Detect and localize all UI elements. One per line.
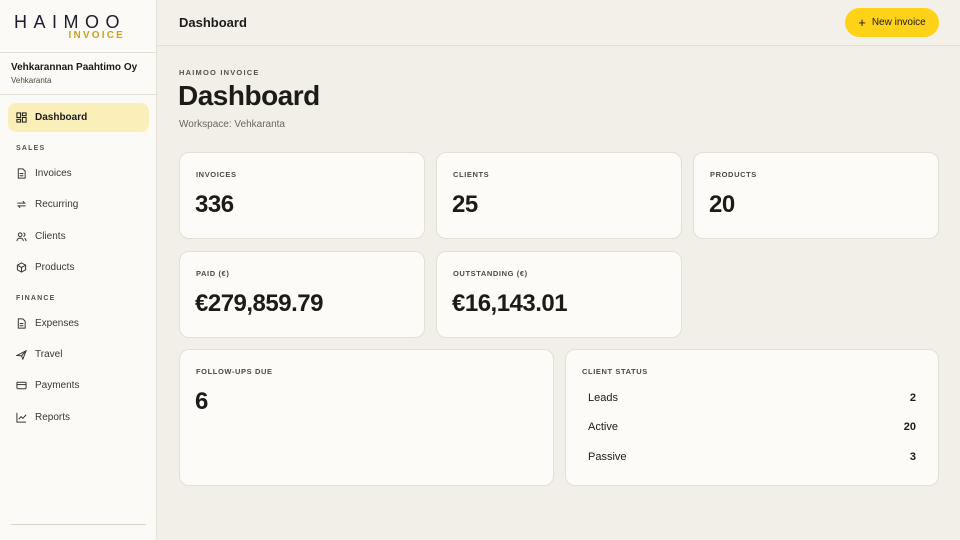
credit-card-icon	[16, 380, 27, 391]
status-name: Passive	[588, 451, 627, 463]
client-status-label: CLIENT STATUS	[582, 367, 648, 376]
stat-card-followups[interactable]: FOLLOW-UPS DUE 6	[179, 349, 554, 486]
sidebar-item-products[interactable]: Products	[8, 253, 149, 282]
users-icon	[16, 231, 27, 242]
plane-icon	[16, 349, 27, 360]
stat-label: FOLLOW-UPS DUE	[196, 367, 273, 376]
sidebar-footer-divider	[11, 524, 146, 525]
dashboard-icon	[16, 112, 27, 123]
sidebar-item-expenses[interactable]: Expenses	[8, 309, 149, 338]
stat-value: 6	[195, 388, 208, 415]
stat-label: PRODUCTS	[710, 170, 757, 179]
sidebar-item-clients[interactable]: Clients	[8, 222, 149, 251]
sidebar-item-payments[interactable]: Payments	[8, 371, 149, 400]
stat-card-clients[interactable]: CLIENTS 25	[436, 152, 682, 239]
stat-value: 25	[452, 191, 478, 218]
chart-line-icon	[16, 412, 27, 423]
page-eyebrow: HAIMOO INVOICE	[179, 68, 260, 77]
sidebar-item-label: Clients	[35, 231, 66, 242]
client-status-card: CLIENT STATUS Leads 2 Active 20 Passive …	[565, 349, 939, 486]
status-count: 3	[909, 451, 916, 463]
sidebar-item-travel[interactable]: Travel	[8, 340, 149, 369]
status-row-passive[interactable]: Passive 3	[588, 451, 916, 463]
box-icon	[16, 262, 27, 273]
section-label-sales: SALES	[16, 145, 46, 152]
sidebar-item-recurring[interactable]: Recurring	[8, 190, 149, 219]
stat-value: 20	[709, 191, 735, 218]
sidebar-item-label: Recurring	[35, 199, 79, 210]
workspace-label: Workspace: Vehkaranta	[179, 119, 285, 130]
stat-label: CLIENTS	[453, 170, 490, 179]
receipt-icon	[16, 318, 27, 329]
new-invoice-label: New invoice	[871, 17, 926, 28]
status-row-leads[interactable]: Leads 2	[588, 392, 916, 404]
org-workspace: Vehkaranta	[11, 76, 52, 85]
page-title: Dashboard	[178, 80, 320, 111]
sidebar-item-label: Invoices	[35, 168, 72, 179]
stat-value: 336	[195, 191, 234, 218]
stat-value: €279,859.79	[195, 290, 323, 317]
org-name: Vehkarannan Paahtimo Oy	[11, 62, 138, 73]
new-invoice-button[interactable]: + New invoice	[845, 8, 939, 37]
status-name: Leads	[588, 392, 618, 404]
topbar-title: Dashboard	[179, 15, 247, 30]
status-count: 2	[909, 392, 916, 404]
sidebar-item-reports[interactable]: Reports	[8, 403, 149, 432]
sidebar-item-label: Reports	[35, 412, 71, 423]
sidebar-item-label: Payments	[35, 380, 80, 391]
repeat-icon	[16, 199, 27, 210]
sidebar-divider	[0, 52, 156, 53]
stat-card-outstanding[interactable]: OUTSTANDING (€) €16,143.01	[436, 251, 682, 338]
sidebar-item-label: Expenses	[35, 318, 79, 329]
section-label-finance: FINANCE	[16, 295, 56, 302]
stat-card-invoices[interactable]: INVOICES 336	[179, 152, 425, 239]
sidebar-item-label: Products	[35, 262, 75, 273]
logo[interactable]: HAIMOO INVOICE	[14, 12, 134, 42]
sidebar-item-label: Travel	[35, 349, 63, 360]
sidebar: HAIMOO INVOICE Vehkarannan Paahtimo Oy V…	[0, 0, 157, 540]
plus-icon: +	[858, 15, 866, 30]
stat-label: INVOICES	[196, 170, 237, 179]
stat-value: €16,143.01	[452, 290, 568, 317]
sidebar-item-invoices[interactable]: Invoices	[8, 159, 149, 188]
status-name: Active	[588, 421, 618, 433]
stat-label: PAID (€)	[196, 269, 230, 278]
status-row-active[interactable]: Active 20	[588, 421, 916, 433]
sidebar-divider	[0, 94, 156, 95]
stat-card-products[interactable]: PRODUCTS 20	[693, 152, 939, 239]
topbar: Dashboard + New invoice	[157, 0, 960, 46]
stat-card-paid[interactable]: PAID (€) €279,859.79	[179, 251, 425, 338]
status-count: 20	[903, 421, 916, 433]
stat-label: OUTSTANDING (€)	[453, 269, 528, 278]
sidebar-item-dashboard[interactable]: Dashboard	[8, 103, 149, 132]
logo-subtitle: INVOICE	[68, 30, 125, 41]
document-icon	[16, 168, 27, 179]
org-switcher[interactable]: Vehkarannan Paahtimo Oy Vehkaranta	[11, 62, 137, 85]
sidebar-item-label: Dashboard	[35, 112, 88, 123]
